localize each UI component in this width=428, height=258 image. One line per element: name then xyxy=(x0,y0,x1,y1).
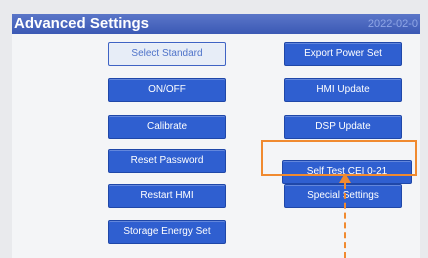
settings-screen: Advanced Settings 2022-02-0 Select Stand… xyxy=(12,14,420,258)
page-title: Advanced Settings xyxy=(14,15,150,32)
title-bar: Advanced Settings 2022-02-0 xyxy=(12,14,420,34)
restart-hmi-button[interactable]: Restart HMI xyxy=(108,184,226,208)
calibrate-button[interactable]: Calibrate xyxy=(108,115,226,139)
hmi-update-button[interactable]: HMI Update xyxy=(284,78,402,102)
date-display: 2022-02-0 xyxy=(367,18,418,30)
reset-password-button[interactable]: Reset Password xyxy=(108,149,226,173)
on-off-button[interactable]: ON/OFF xyxy=(108,78,226,102)
export-power-set-button[interactable]: Export Power Set xyxy=(284,42,402,66)
highlight-box xyxy=(261,140,417,176)
arrow-up-icon xyxy=(339,173,351,183)
storage-energy-set-button[interactable]: Storage Energy Set xyxy=(108,220,226,244)
special-settings-button[interactable]: Special Settings xyxy=(284,184,402,208)
select-standard-button[interactable]: Select Standard xyxy=(108,42,226,66)
dsp-update-button[interactable]: DSP Update xyxy=(284,115,402,139)
dashed-arrow-line xyxy=(344,183,346,258)
